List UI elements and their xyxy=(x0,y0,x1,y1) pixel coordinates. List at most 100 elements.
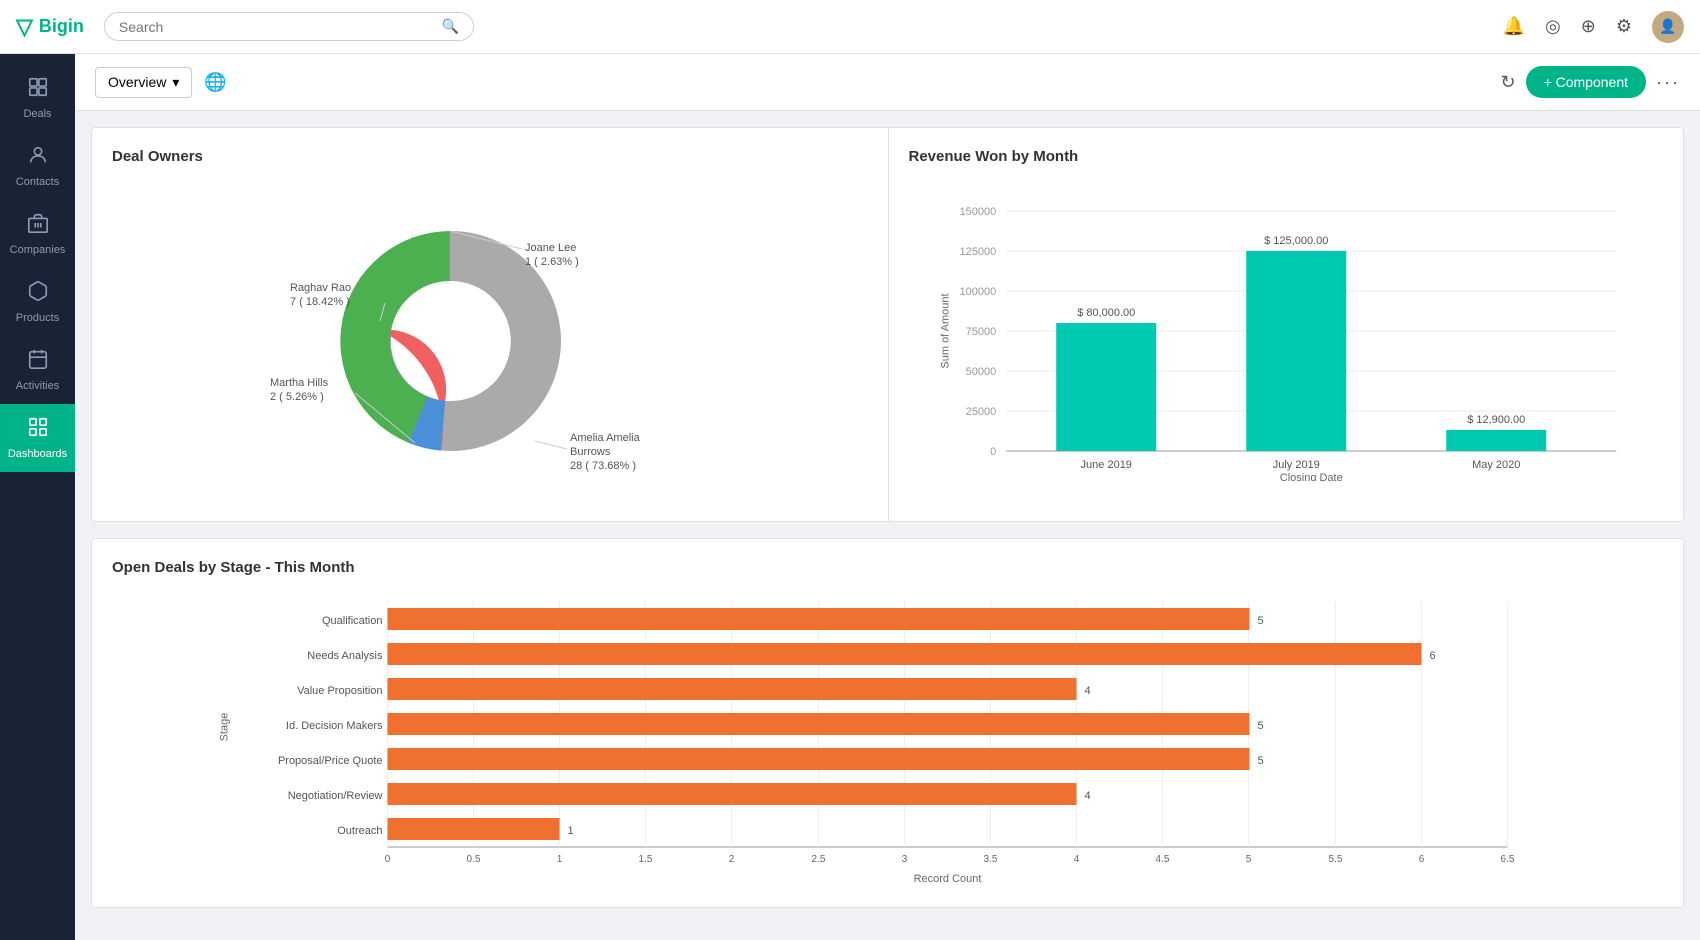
sidebar-item-dashboards[interactable]: Dashboards xyxy=(0,404,75,472)
top-nav: ▽ Bigin 🔍 🔔 ◎ ⊕ ⚙ 👤 xyxy=(0,0,1700,54)
settings-icon[interactable]: ⚙ xyxy=(1616,16,1632,37)
label-amelia-val: 28 ( 73.68% ) xyxy=(570,460,636,472)
y-label-75000: 75000 xyxy=(965,326,996,338)
label-joane-val: 1 ( 2.63% ) xyxy=(525,256,579,268)
logo[interactable]: ▽ Bigin xyxy=(16,14,84,40)
revenue-card: Revenue Won by Month 150000 125000 10000 xyxy=(888,127,1685,522)
dropdown-arrow-icon: ▾ xyxy=(172,74,179,91)
app-name: Bigin xyxy=(39,16,84,37)
search-bar[interactable]: 🔍 xyxy=(104,12,474,41)
notifications-icon[interactable]: 🔔 xyxy=(1503,16,1525,37)
x-label-may: May 2020 xyxy=(1472,459,1520,471)
bar-val-negotiation: 4 xyxy=(1085,790,1091,802)
bar-outreach xyxy=(388,818,560,840)
sidebar-label-contacts: Contacts xyxy=(16,176,59,188)
avatar[interactable]: 👤 xyxy=(1652,11,1684,43)
nav-right: 🔔 ◎ ⊕ ⚙ 👤 xyxy=(1503,11,1684,43)
stage-label-negotiation: Negotiation/Review xyxy=(288,790,383,802)
stage-label-outreach: Outreach xyxy=(337,825,382,837)
search-input[interactable] xyxy=(119,19,442,35)
overview-button[interactable]: Overview ▾ xyxy=(95,67,192,98)
add-component-button[interactable]: + Component xyxy=(1526,66,1646,98)
label-martha-val: 2 ( 5.26% ) xyxy=(270,391,324,403)
bar-value xyxy=(388,678,1077,700)
label-raghav-val: 7 ( 18.42% ) xyxy=(290,296,350,308)
sidebar-label-activities: Activities xyxy=(16,380,59,392)
label-raghav: Raghav Rao xyxy=(290,282,351,294)
xtick-45: 4.5 xyxy=(1156,854,1170,865)
logo-icon: ▽ xyxy=(16,14,33,40)
y-label-25000: 25000 xyxy=(965,406,996,418)
sidebar-item-activities[interactable]: Activities xyxy=(0,336,75,404)
stage-label-value: Value Proposition xyxy=(297,685,382,697)
companies-icon xyxy=(27,212,49,240)
sidebar-item-contacts[interactable]: Contacts xyxy=(0,132,75,200)
add-icon[interactable]: ⊕ xyxy=(1581,16,1596,37)
app-body: Deals Contacts Companies Products Activi… xyxy=(0,54,1700,940)
bar-val-proposal: 5 xyxy=(1258,755,1264,767)
overview-label: Overview xyxy=(108,74,166,90)
deal-owners-title: Deal Owners xyxy=(112,148,868,165)
contacts-icon xyxy=(27,144,49,172)
xtick-15: 1.5 xyxy=(639,854,653,865)
stage-label-decision: Id. Decision Makers xyxy=(286,720,383,732)
revenue-chart-container: 150000 125000 100000 75000 50000 xyxy=(909,181,1664,481)
sidebar-item-products[interactable]: Products xyxy=(0,268,75,336)
bar-label-july: $ 125,000.00 xyxy=(1264,235,1328,247)
donut-chart-svg: Joane Lee 1 ( 2.63% ) Raghav Rao 7 ( 18.… xyxy=(240,191,740,491)
connector-amelia xyxy=(535,441,567,449)
stage-label-qualification: Qualification xyxy=(322,615,383,627)
target-icon[interactable]: ◎ xyxy=(1545,16,1561,37)
label-joane: Joane Lee xyxy=(525,242,576,254)
bar-negotiation xyxy=(388,783,1077,805)
add-component-label: + Component xyxy=(1544,74,1628,90)
bar-june xyxy=(1056,323,1156,451)
sidebar-item-deals[interactable]: Deals xyxy=(0,64,75,132)
bar-qualification xyxy=(388,608,1250,630)
dashboards-icon xyxy=(27,416,49,444)
y-label-0: 0 xyxy=(990,446,996,458)
xtick-4: 4 xyxy=(1074,854,1080,865)
bar-label-may: $ 12,900.00 xyxy=(1467,414,1525,426)
open-deals-card: Open Deals by Stage - This Month 0 0.5 xyxy=(91,538,1684,908)
search-icon: 🔍 xyxy=(441,18,458,35)
main-content: Overview ▾ 🌐 ↻ + Component ··· Deal Owne… xyxy=(75,54,1700,940)
sidebar-label-companies: Companies xyxy=(10,244,66,256)
open-deals-svg: 0 0.5 1 1.5 2 2.5 3 3.5 xyxy=(112,592,1653,882)
label-martha: Martha Hills xyxy=(270,377,329,389)
y-axis-label: Sum of Amount xyxy=(939,293,951,368)
revenue-chart-svg: 150000 125000 100000 75000 50000 xyxy=(909,181,1664,481)
dashboard-header: Overview ▾ 🌐 ↻ + Component ··· xyxy=(75,54,1700,111)
label-amelia: Amelia Amelia xyxy=(570,432,641,444)
bar-proposal xyxy=(388,748,1250,770)
bar-val-needs: 6 xyxy=(1430,650,1436,662)
donut-container: Joane Lee 1 ( 2.63% ) Raghav Rao 7 ( 18.… xyxy=(112,181,868,501)
deal-owners-card: Deal Owners xyxy=(91,127,888,522)
xtick-2: 2 xyxy=(729,854,735,865)
xtick-5: 5 xyxy=(1246,854,1252,865)
header-right: ↻ + Component ··· xyxy=(1500,66,1680,98)
bar-val-outreach: 1 xyxy=(568,825,574,837)
stage-label-needs: Needs Analysis xyxy=(307,650,383,662)
bar-val-value: 4 xyxy=(1085,685,1091,697)
xtick-35: 3.5 xyxy=(984,854,998,865)
refresh-button[interactable]: ↻ xyxy=(1500,72,1515,93)
xtick-1: 1 xyxy=(557,854,563,865)
x-label-june: June 2019 xyxy=(1080,459,1131,471)
bar-val-decision: 5 xyxy=(1258,720,1264,732)
more-options-button[interactable]: ··· xyxy=(1656,72,1680,93)
xtick-3: 3 xyxy=(902,854,908,865)
revenue-title: Revenue Won by Month xyxy=(909,148,1664,165)
xtick-6: 6 xyxy=(1419,854,1425,865)
y-label-100000: 100000 xyxy=(959,286,996,298)
xtick-0: 0 xyxy=(385,854,391,865)
label-amelia-2: Burrows xyxy=(570,446,611,458)
products-icon xyxy=(27,280,49,308)
globe-icon[interactable]: 🌐 xyxy=(204,72,226,93)
x-axis-label: Closing Date xyxy=(1279,472,1342,481)
sidebar-item-companies[interactable]: Companies xyxy=(0,200,75,268)
bar-may xyxy=(1446,430,1546,451)
xtick-25: 2.5 xyxy=(812,854,826,865)
open-deals-title: Open Deals by Stage - This Month xyxy=(112,559,1653,576)
bar-label-june: $ 80,000.00 xyxy=(1077,307,1135,319)
